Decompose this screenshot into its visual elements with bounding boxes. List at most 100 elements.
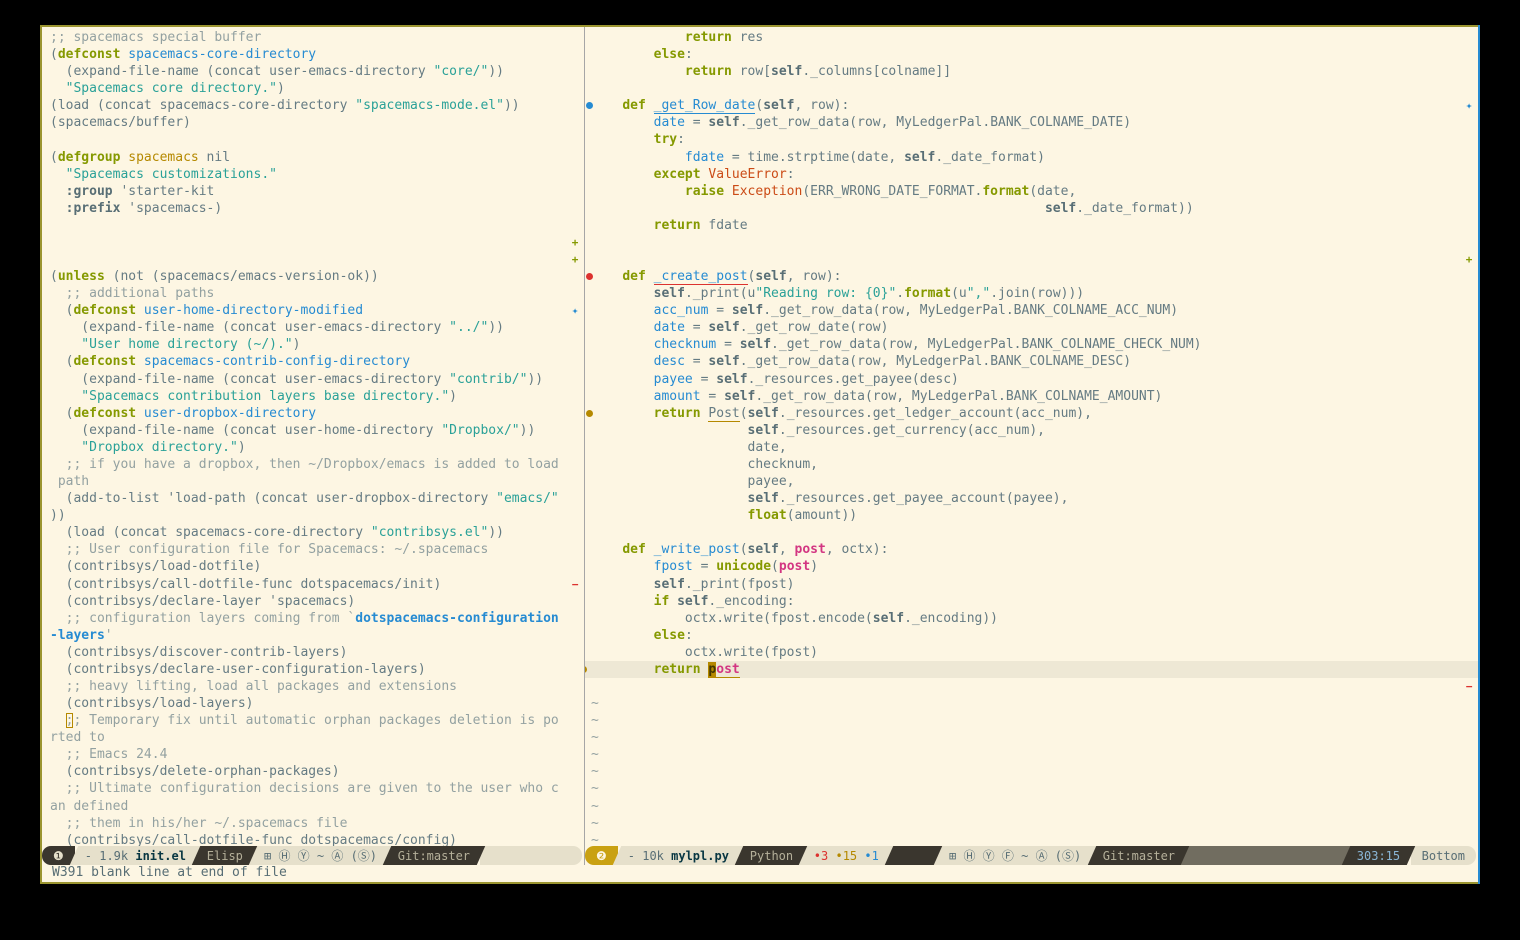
code-line[interactable] — [50, 131, 584, 148]
code-line[interactable]: "Dropbox directory.") — [50, 439, 584, 456]
code-line[interactable]: (load (concat spacemacs-core-directory "… — [50, 97, 584, 114]
code-line[interactable]: date = self._get_row_data(row, MyLedgerP… — [591, 114, 1478, 131]
code-line[interactable]: float(amount)) — [591, 507, 1478, 524]
code-line[interactable]: "Spacemacs customizations." — [50, 166, 584, 183]
code-line[interactable]: else: — [591, 627, 1478, 644]
code-line[interactable]: (add-to-list 'load-path (concat user-dro… — [50, 490, 584, 507]
code-line[interactable]: return post — [585, 661, 1478, 678]
code-line[interactable]: ;; additional paths — [50, 285, 584, 302]
code-line[interactable] — [591, 251, 1478, 268]
code-line[interactable] — [50, 234, 584, 251]
code-line[interactable]: checknum, — [591, 456, 1478, 473]
code-line[interactable]: ~ — [591, 746, 1478, 763]
code-line[interactable]: return res — [591, 29, 1478, 46]
code-line[interactable]: (contribsys/load-dotfile) — [50, 558, 584, 575]
code-line[interactable]: "User home directory (~/).") — [50, 336, 584, 353]
code-line[interactable]: ;; them in his/her ~/.spacemacs file — [50, 815, 584, 832]
modeline-spacer[interactable] — [1181, 846, 1352, 865]
code-line[interactable]: ;; spacemacs special buffer — [50, 29, 584, 46]
code-line[interactable]: (expand-file-name (concat user-home-dire… — [50, 422, 584, 439]
code-line[interactable]: ~ — [591, 780, 1478, 797]
code-line[interactable]: (contribsys/delete-orphan-packages) — [50, 763, 584, 780]
modeline-flycheck-counts[interactable]: •3 •15 •1 — [799, 846, 895, 865]
code-line[interactable]: an defined — [50, 798, 584, 815]
code-line[interactable]: ~ — [591, 798, 1478, 815]
code-line[interactable]: octx.write(fpost) — [591, 644, 1478, 661]
code-line[interactable]: (defgroup spacemacs nil — [50, 149, 584, 166]
code-line[interactable] — [591, 234, 1478, 251]
code-line[interactable]: -layers' — [50, 627, 584, 644]
code-line[interactable]: payee, — [591, 473, 1478, 490]
code-line[interactable]: (expand-file-name (concat user-emacs-dir… — [50, 371, 584, 388]
code-line[interactable]: return row[self._columns[colname]] — [591, 63, 1478, 80]
modeline-buffer-flags[interactable]: ⊞ Ⓗ Ⓨ ~ Ⓐ (Ⓢ) — [249, 846, 392, 865]
code-line[interactable]: (contribsys/call-dotfile-func dotspacema… — [50, 576, 584, 593]
code-line[interactable]: "Spacemacs contribution layers base dire… — [50, 388, 584, 405]
code-line[interactable]: (defconst user-home-directory-modified — [50, 302, 584, 319]
code-line[interactable]: desc = self._get_row_data(row, MyLedgerP… — [591, 353, 1478, 370]
code-line[interactable]: (defconst user-dropbox-directory — [50, 405, 584, 422]
code-line[interactable]: ;; if you have a dropbox, then ~/Dropbox… — [50, 456, 584, 473]
code-line[interactable]: except ValueError: — [591, 166, 1478, 183]
code-line[interactable] — [50, 251, 584, 268]
code-line[interactable]: return fdate — [591, 217, 1478, 234]
code-line[interactable]: fpost = unicode(post) — [591, 558, 1478, 575]
code-line[interactable]: ~ — [591, 832, 1478, 846]
code-line[interactable]: self._resources.get_currency(acc_num), — [591, 422, 1478, 439]
code-line[interactable]: "Spacemacs core directory.") — [50, 80, 584, 97]
code-line[interactable]: def _get_Row_date(self, row): — [591, 97, 1478, 114]
code-line[interactable]: (expand-file-name (concat user-emacs-dir… — [50, 63, 584, 80]
code-line[interactable]: ;; Emacs 24.4 — [50, 746, 584, 763]
code-line[interactable]: (contribsys/load-layers) — [50, 695, 584, 712]
code-line[interactable]: (expand-file-name (concat user-emacs-dir… — [50, 319, 584, 336]
code-line[interactable]: (spacemacs/buffer) — [50, 114, 584, 131]
code-line[interactable]: self._print(fpost) — [591, 576, 1478, 593]
code-line[interactable]: ;; Ultimate configuration decisions are … — [50, 780, 584, 797]
code-line[interactable] — [50, 217, 584, 234]
code-line[interactable]: ;; Temporary fix until automatic orphan … — [50, 712, 584, 729]
scrollbar[interactable] — [1478, 25, 1480, 884]
code-line[interactable] — [591, 80, 1478, 97]
code-line[interactable]: (contribsys/declare-user-configuration-l… — [50, 661, 584, 678]
code-line[interactable]: (defconst spacemacs-core-directory — [50, 46, 584, 63]
code-line[interactable]: ;; configuration layers coming from `dot… — [50, 610, 584, 627]
code-line[interactable]: rted to — [50, 729, 584, 746]
modeline-scroll-position[interactable]: Bottom — [1411, 846, 1476, 865]
code-line[interactable]: ;; User configuration file for Spacemacs… — [50, 541, 584, 558]
modeline-buffer-info[interactable]: - 10k mylpl.py — [613, 846, 745, 865]
minibuffer-echo-area[interactable]: W391 blank line at end of file — [42, 865, 1478, 882]
code-line[interactable]: ;; heavy lifting, load all packages and … — [50, 678, 584, 695]
code-line[interactable]: path — [50, 473, 584, 490]
code-line[interactable]: else: — [591, 46, 1478, 63]
code-line[interactable]: octx.write(fpost.encode(self._encoding)) — [591, 610, 1478, 627]
modeline-git-branch[interactable]: Git:master — [1087, 846, 1190, 865]
code-line[interactable]: (load (concat spacemacs-core-directory "… — [50, 524, 584, 541]
code-line[interactable]: return Post(self._resources.get_ledger_a… — [591, 405, 1478, 422]
code-line[interactable]: raise Exception(ERR_WRONG_DATE_FORMAT.fo… — [591, 183, 1478, 200]
code-line[interactable]: try: — [591, 131, 1478, 148]
code-line[interactable]: (defconst spacemacs-contrib-config-direc… — [50, 353, 584, 370]
modeline-buffer-flags[interactable]: ⊞ Ⓗ Ⓨ Ⓕ ~ Ⓐ (Ⓢ) — [934, 846, 1097, 865]
code-line[interactable]: fdate = time.strptime(date, self._date_f… — [591, 149, 1478, 166]
code-line[interactable]: payee = self._resources.get_payee(desc) — [591, 371, 1478, 388]
code-line[interactable]: ~ — [591, 729, 1478, 746]
code-line[interactable]: self._date_format)) — [591, 200, 1478, 217]
code-line[interactable]: if self._encoding: — [591, 593, 1478, 610]
modeline-major-mode[interactable]: Python — [735, 846, 809, 865]
code-line[interactable]: ~ — [591, 815, 1478, 832]
code-line[interactable]: :group 'starter-kit — [50, 183, 584, 200]
modeline-git-branch[interactable]: Git:master — [383, 846, 486, 865]
code-line[interactable]: date, — [591, 439, 1478, 456]
code-line[interactable] — [591, 678, 1478, 695]
code-line[interactable]: ~ — [591, 695, 1478, 712]
code-line[interactable]: amount = self._get_row_data(row, MyLedge… — [591, 388, 1478, 405]
modeline-cursor-position[interactable]: 303:15 — [1342, 846, 1416, 865]
code-line[interactable]: )) — [50, 507, 584, 524]
elisp-buffer[interactable]: ;; spacemacs special buffer(defconst spa… — [42, 27, 584, 846]
code-line[interactable]: (unless (not (spacemacs/emacs-version-ok… — [50, 268, 584, 285]
modeline-buffer-info[interactable]: - 1.9k init.el — [70, 846, 202, 865]
modeline-major-mode[interactable]: Elisp — [192, 846, 259, 865]
code-line[interactable]: (contribsys/discover-contrib-layers) — [50, 644, 584, 661]
code-line[interactable]: checknum = self._get_row_data(row, MyLed… — [591, 336, 1478, 353]
code-line[interactable]: date = self._get_row_date(row) — [591, 319, 1478, 336]
